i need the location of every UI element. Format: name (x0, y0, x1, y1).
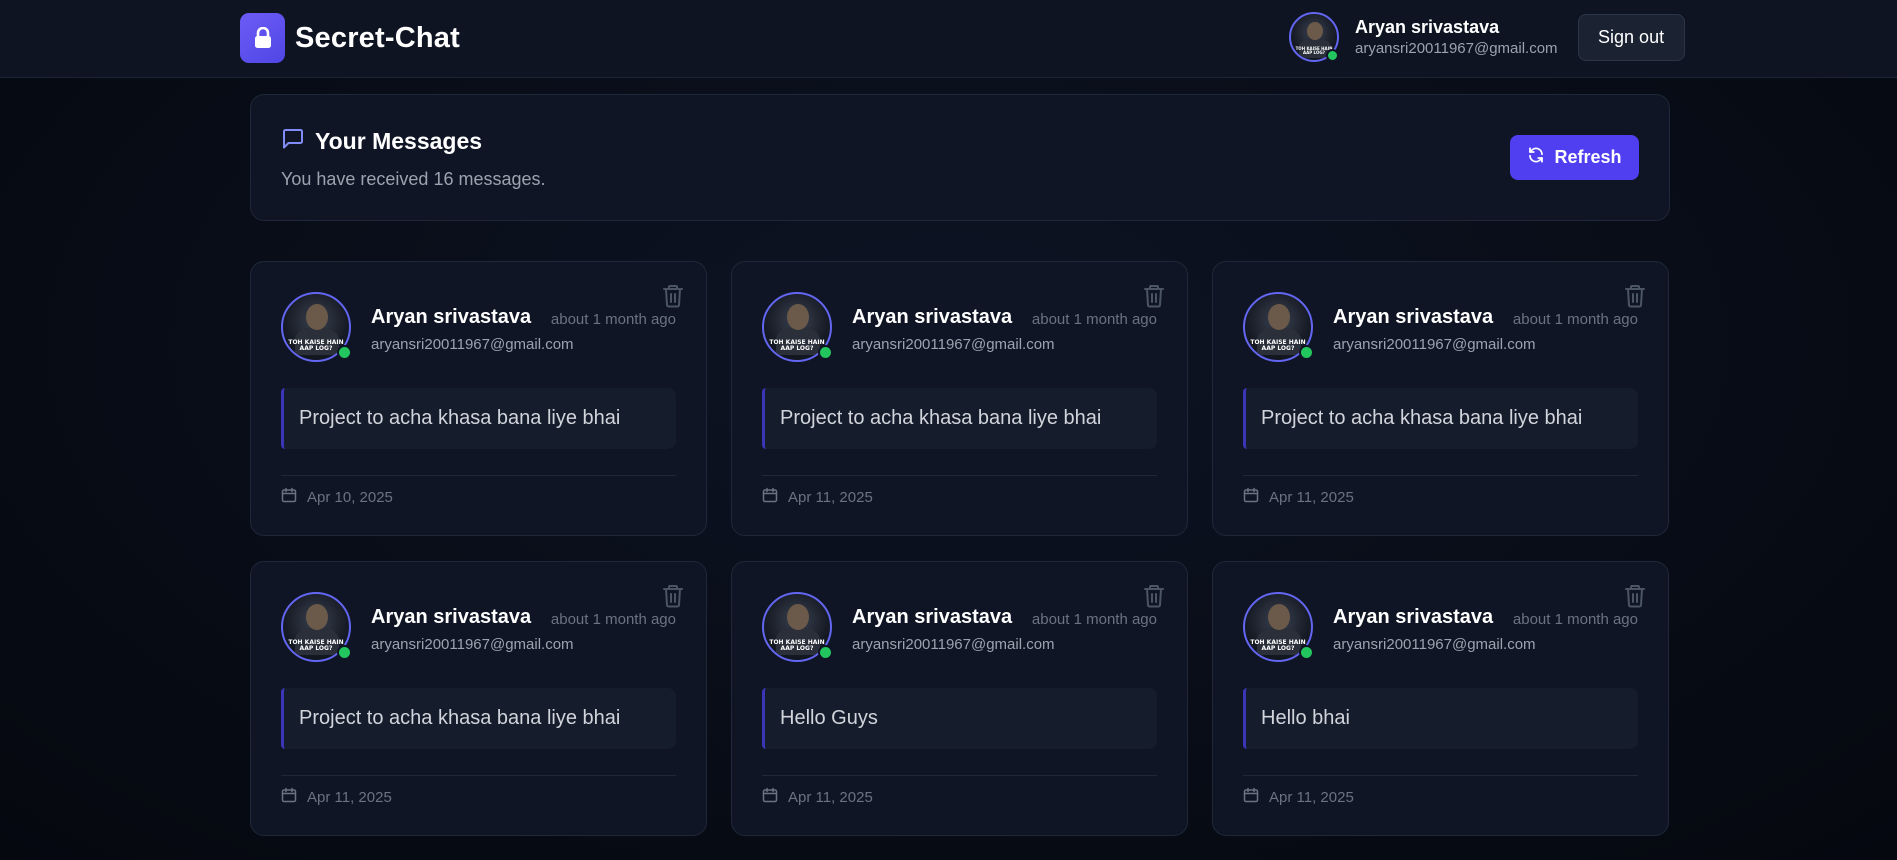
sender-avatar[interactable]: TOH KAISE HAIN AAP LOG? (281, 592, 352, 662)
sender-email: aryansri20011967@gmail.com (371, 636, 574, 653)
user-avatar[interactable]: TOH KAISE HAIN AAP LOG? (1289, 12, 1339, 62)
user-name: Aryan srivastava (1355, 17, 1500, 37)
messages-count-text: You have received 16 messages. (281, 169, 546, 189)
date-label: Apr 10, 2025 (307, 488, 393, 506)
user-email: aryansri20011967@gmail.com (1355, 40, 1558, 57)
message-square-icon (281, 127, 305, 156)
sender-name: Aryan srivastava (371, 606, 532, 628)
trash-icon[interactable] (662, 284, 684, 313)
online-status-dot (337, 345, 352, 360)
sender-name: Aryan srivastava (852, 606, 1013, 628)
sign-out-button[interactable]: Sign out (1577, 13, 1685, 61)
page-title: Your Messages (315, 128, 483, 154)
trash-icon[interactable] (1143, 584, 1165, 613)
message-card: TOH KAISE HAIN AAP LOG? Aryan srivastava… (731, 261, 1188, 536)
message-content: Hello Guys (762, 688, 1157, 749)
divider (1243, 775, 1638, 776)
user-menu: TOH KAISE HAIN AAP LOG? Aryan srivastava… (1289, 12, 1685, 62)
sender-name: Aryan srivastava (852, 306, 1013, 328)
calendar-icon (762, 787, 778, 807)
message-date: Apr 11, 2025 (762, 487, 873, 507)
sender-avatar[interactable]: TOH KAISE HAIN AAP LOG? (281, 292, 352, 362)
message-card: TOH KAISE HAIN AAP LOG? Aryan srivastava… (1212, 261, 1669, 536)
calendar-icon (1243, 787, 1259, 807)
sender-name: Aryan srivastava (1333, 606, 1494, 628)
message-content: Project to acha khasa bana liye bhai (1243, 388, 1638, 449)
sender-name: Aryan srivastava (371, 306, 532, 328)
refresh-icon (1527, 146, 1545, 169)
divider (762, 475, 1157, 476)
date-label: Apr 11, 2025 (1269, 788, 1354, 806)
divider (281, 775, 676, 776)
online-status-dot (818, 645, 833, 660)
online-status-dot (1299, 645, 1314, 660)
divider (1243, 475, 1638, 476)
sender-email: aryansri20011967@gmail.com (852, 336, 1055, 353)
message-content: Project to acha khasa bana liye bhai (281, 388, 676, 449)
relative-time: about 1 month ago (1031, 311, 1157, 328)
sender-avatar[interactable]: TOH KAISE HAIN AAP LOG? (1243, 292, 1314, 362)
date-label: Apr 11, 2025 (1269, 488, 1354, 506)
message-date: Apr 11, 2025 (1243, 787, 1354, 807)
trash-icon[interactable] (1624, 584, 1646, 613)
date-label: Apr 11, 2025 (307, 788, 392, 806)
relative-time: about 1 month ago (1512, 311, 1638, 328)
sender-email: aryansri20011967@gmail.com (852, 636, 1055, 653)
trash-icon[interactable] (1143, 284, 1165, 313)
relative-time: about 1 month ago (550, 311, 676, 328)
calendar-icon (281, 787, 297, 807)
top-navbar: Secret-Chat TOH KAISE HAIN AAP LOG? Arya… (0, 0, 1897, 78)
message-content: Hello bhai (1243, 688, 1638, 749)
message-card: TOH KAISE HAIN AAP LOG? Aryan srivastava… (1212, 561, 1669, 836)
sender-email: aryansri20011967@gmail.com (1333, 636, 1536, 653)
divider (762, 775, 1157, 776)
message-content: Project to acha khasa bana liye bhai (281, 688, 676, 749)
online-status-dot (337, 645, 352, 660)
message-date: Apr 11, 2025 (281, 787, 392, 807)
message-content: Project to acha khasa bana liye bhai (762, 388, 1157, 449)
message-date: Apr 10, 2025 (281, 487, 393, 507)
online-status-dot (1326, 49, 1339, 62)
calendar-icon (1243, 487, 1259, 507)
sender-avatar[interactable]: TOH KAISE HAIN AAP LOG? (762, 592, 833, 662)
calendar-icon (281, 487, 297, 507)
refresh-button[interactable]: Refresh (1510, 135, 1639, 180)
trash-icon[interactable] (1624, 284, 1646, 313)
messages-header-panel: Your Messages You have received 16 messa… (250, 94, 1670, 221)
sender-name: Aryan srivastava (1333, 306, 1494, 328)
message-date: Apr 11, 2025 (1243, 487, 1354, 507)
message-card: TOH KAISE HAIN AAP LOG? Aryan srivastava… (250, 561, 707, 836)
calendar-icon (762, 487, 778, 507)
app-name: Secret-Chat (295, 21, 460, 54)
refresh-label: Refresh (1554, 147, 1622, 167)
online-status-dot (1299, 345, 1314, 360)
sender-avatar[interactable]: TOH KAISE HAIN AAP LOG? (762, 292, 833, 362)
sender-avatar[interactable]: TOH KAISE HAIN AAP LOG? (1243, 592, 1314, 662)
sender-email: aryansri20011967@gmail.com (371, 336, 574, 353)
relative-time: about 1 month ago (550, 611, 676, 628)
trash-icon[interactable] (662, 584, 684, 613)
message-card: TOH KAISE HAIN AAP LOG? Aryan srivastava… (731, 561, 1188, 836)
messages-title: Your Messages (281, 127, 482, 156)
relative-time: about 1 month ago (1031, 611, 1157, 628)
relative-time: about 1 month ago (1512, 611, 1638, 628)
message-card: TOH KAISE HAIN AAP LOG? Aryan srivastava… (250, 261, 707, 536)
lock-icon (240, 13, 285, 63)
date-label: Apr 11, 2025 (788, 488, 873, 506)
brand[interactable]: Secret-Chat (240, 13, 460, 63)
date-label: Apr 11, 2025 (788, 788, 873, 806)
message-date: Apr 11, 2025 (762, 787, 873, 807)
online-status-dot (818, 345, 833, 360)
user-info: Aryan srivastava aryansri20011967@gmail.… (1355, 17, 1558, 57)
sender-email: aryansri20011967@gmail.com (1333, 336, 1536, 353)
divider (281, 475, 676, 476)
